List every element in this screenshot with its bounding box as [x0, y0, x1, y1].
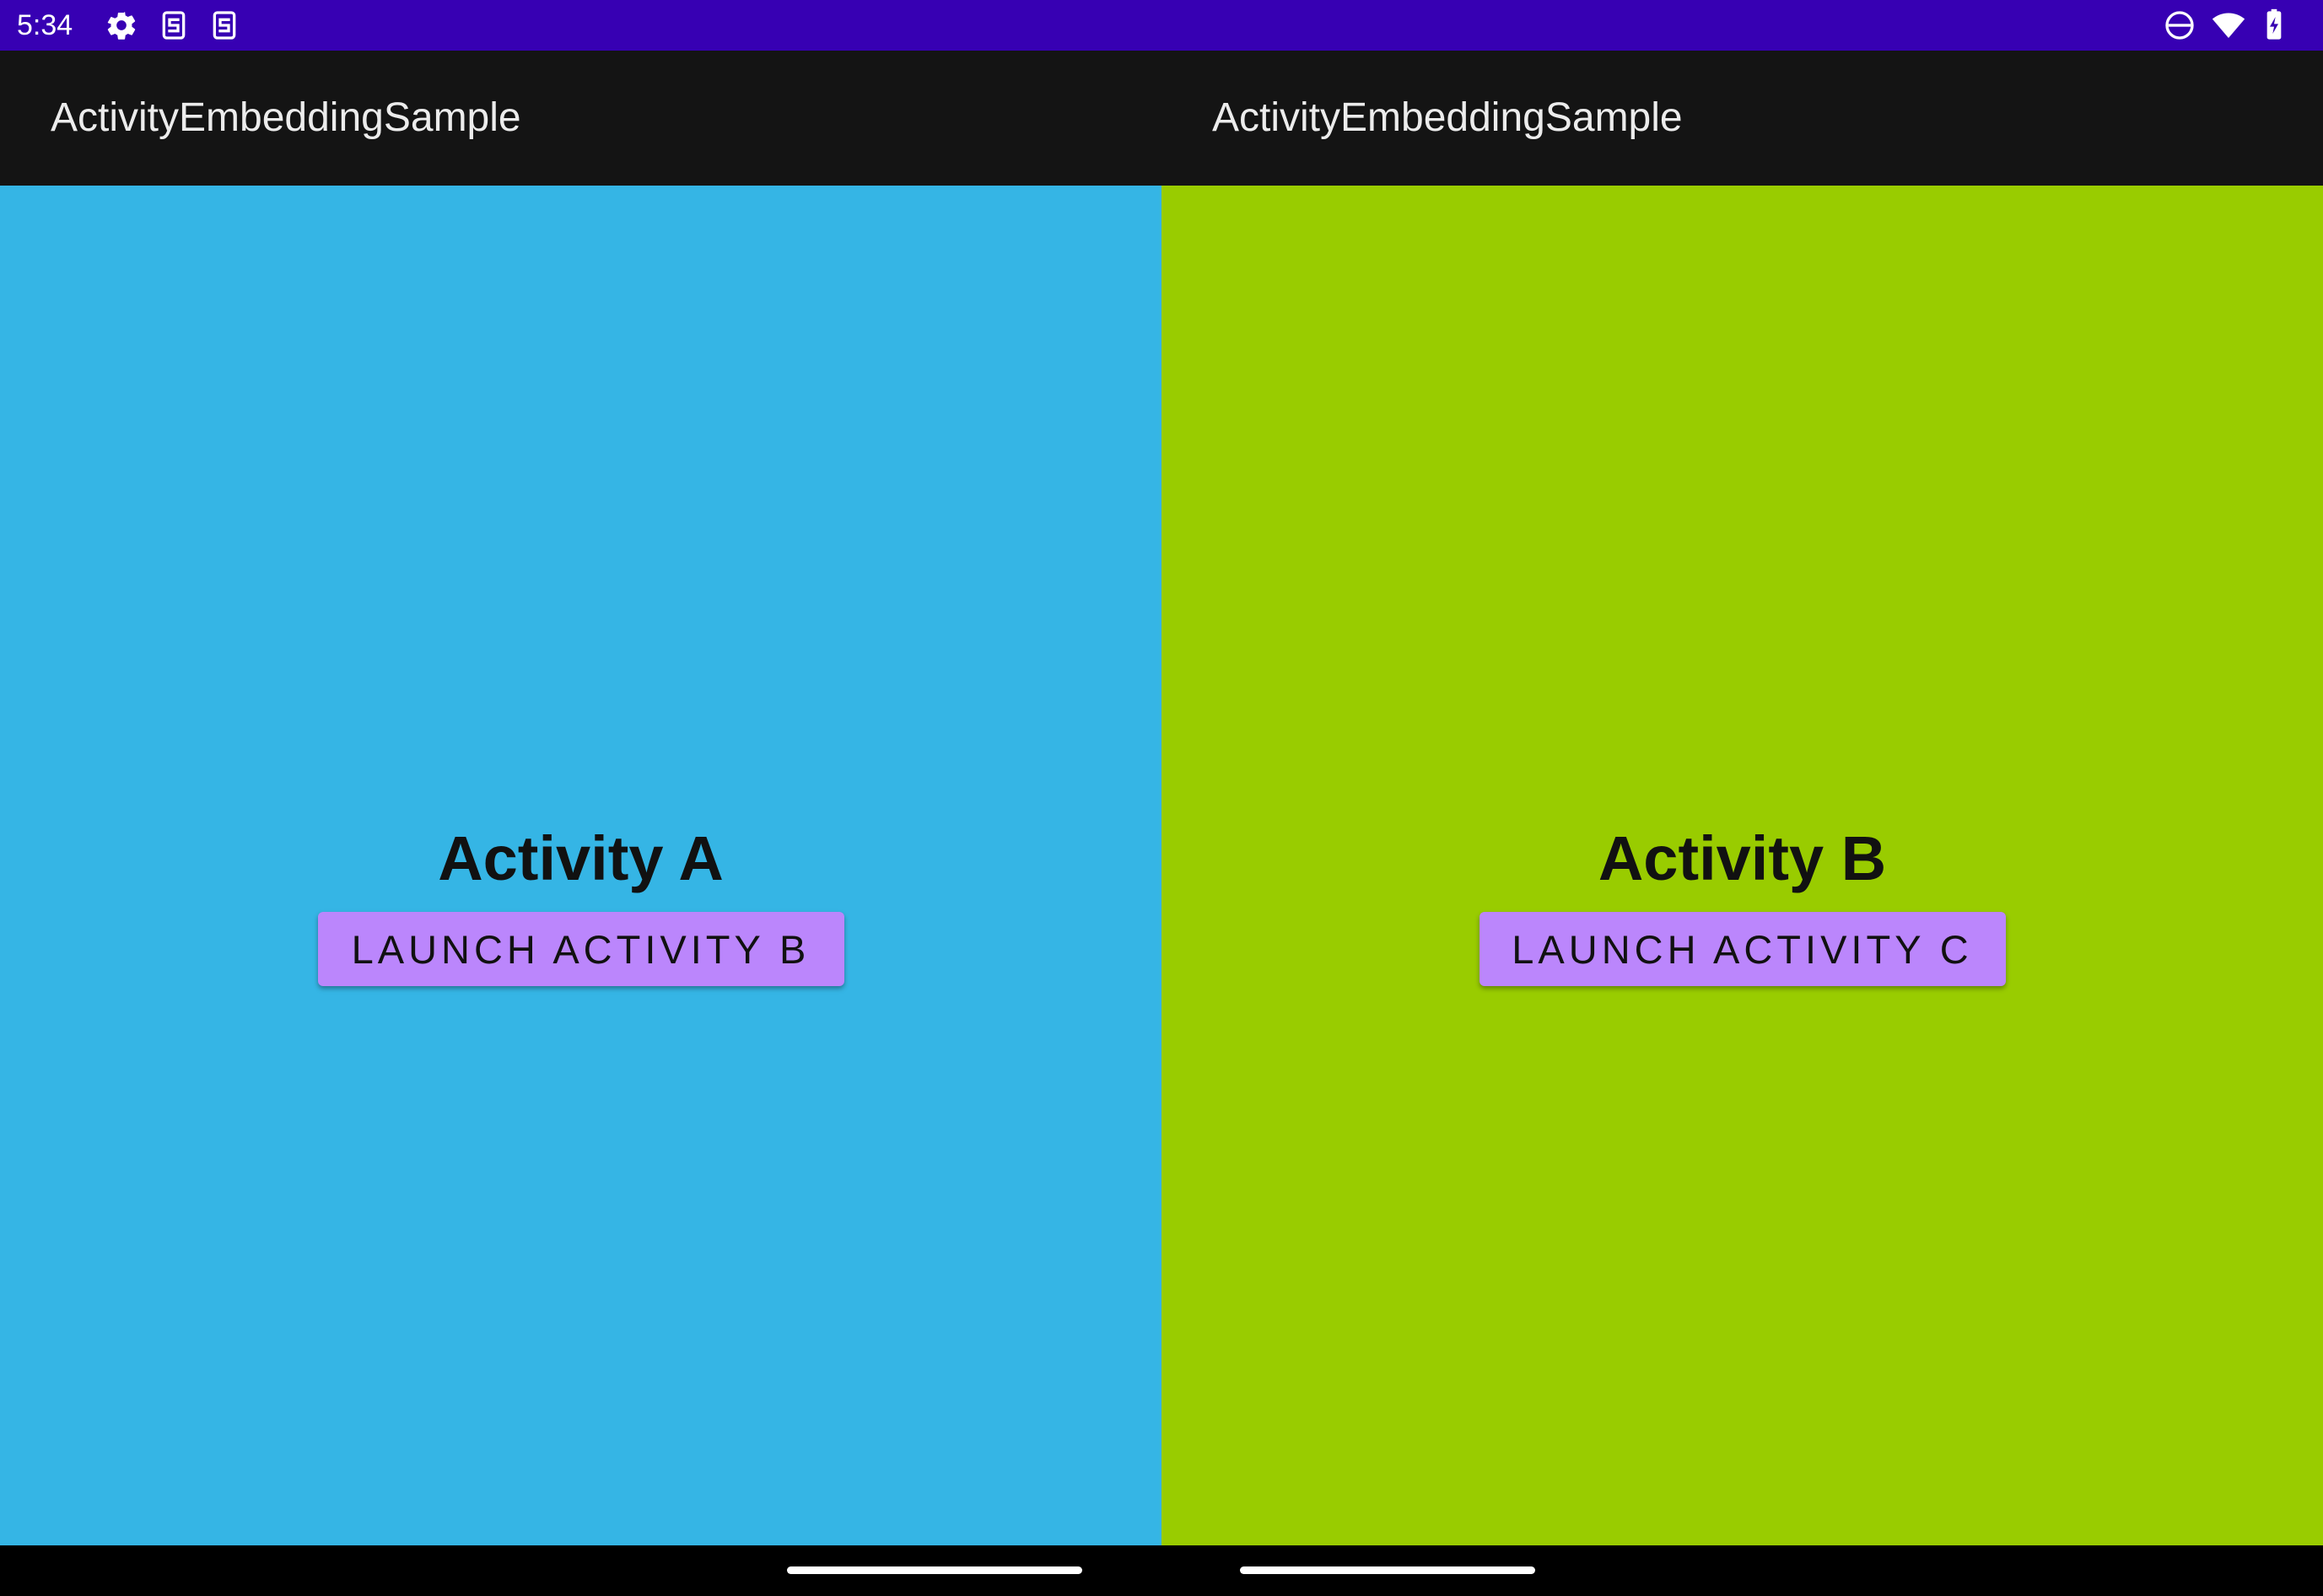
wifi-icon: [2212, 8, 2245, 42]
activity-b-content: Activity B LAUNCH ACTIVITY C: [1162, 186, 2323, 1545]
device-screen: 5:34 ActivityEmbeddingSample Activity A …: [0, 0, 2323, 1596]
settings-gear-icon: [105, 8, 138, 42]
app-bar: ActivityEmbeddingSample: [0, 51, 1162, 186]
launch-activity-c-button[interactable]: LAUNCH ACTIVITY C: [1479, 912, 2006, 986]
status-time: 5:34: [17, 9, 73, 41]
activity-a-content: Activity A LAUNCH ACTIVITY B: [0, 186, 1162, 1545]
activity-heading: Activity B: [1598, 823, 1887, 893]
navigation-bar: [0, 1545, 2323, 1596]
sim-card-icon: [157, 8, 191, 42]
app-title: ActivityEmbeddingSample: [1212, 95, 1683, 140]
activity-a-pane: ActivityEmbeddingSample Activity A LAUNC…: [0, 51, 1162, 1545]
app-bar: ActivityEmbeddingSample: [1162, 51, 2323, 186]
sim-card-icon: [208, 8, 241, 42]
status-bar: 5:34: [0, 0, 2323, 51]
activity-heading: Activity A: [438, 823, 724, 893]
gesture-handle-right[interactable]: [1240, 1566, 1535, 1574]
gesture-handle-left[interactable]: [787, 1566, 1082, 1574]
do-not-disturb-icon: [2163, 8, 2196, 42]
app-title: ActivityEmbeddingSample: [51, 95, 521, 140]
battery-charging-icon: [2257, 8, 2291, 42]
launch-activity-b-button[interactable]: LAUNCH ACTIVITY B: [317, 912, 844, 986]
activity-b-pane: ActivityEmbeddingSample Activity B LAUNC…: [1162, 51, 2323, 1545]
